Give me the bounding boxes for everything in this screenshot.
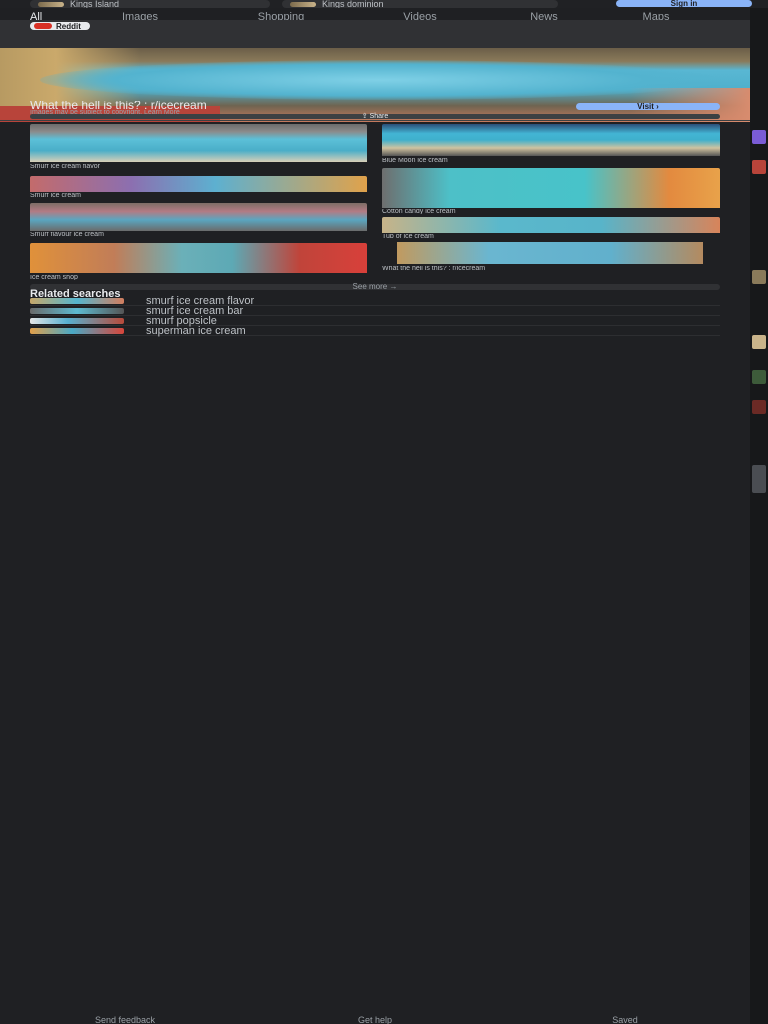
related-image — [382, 124, 720, 156]
related-image-caption: Ice cream shop — [30, 275, 78, 280]
see-more-button[interactable]: See more → — [30, 282, 720, 291]
see-more-label: See more — [352, 282, 388, 291]
suggestion-chip[interactable]: Kings Island — [30, 0, 270, 8]
related-image-caption: Cotton candy ice cream — [382, 209, 456, 214]
side-thumbnail[interactable] — [752, 465, 766, 493]
send-feedback-link[interactable]: Send feedback — [0, 1016, 250, 1024]
related-image — [382, 217, 720, 233]
related-image — [30, 203, 367, 231]
preview-source-chip[interactable]: Reddit — [30, 21, 90, 31]
related-image-card[interactable]: Smurf flavour ice cream — [30, 203, 367, 237]
related-search-label: superman ice cream — [146, 325, 246, 337]
related-image — [30, 124, 367, 162]
share-label: Share — [369, 113, 389, 120]
reddit-icon — [34, 23, 52, 29]
related-image — [397, 242, 703, 264]
share-button[interactable]: ⇪ Share — [30, 113, 720, 120]
related-image-caption: Smurf flavour ice cream — [30, 232, 104, 237]
side-thumbnail[interactable] — [752, 335, 766, 349]
arrow-right-icon: → — [389, 282, 398, 291]
related-image-caption: Tub of ice cream — [382, 234, 434, 239]
related-image-card[interactable]: Ice cream shop — [30, 243, 367, 281]
related-search-item[interactable]: smurf ice cream flavor — [30, 295, 720, 307]
related-image-card[interactable]: Blue Moon ice cream — [382, 124, 720, 164]
related-image — [30, 243, 367, 273]
related-image-caption: Smurf ice cream — [30, 193, 81, 198]
related-image-card[interactable]: Smurf ice cream flavor — [30, 124, 367, 172]
chevron-right-icon: › — [656, 102, 659, 111]
preview-image-region — [40, 60, 720, 100]
related-image-card[interactable]: Cotton candy ice cream — [382, 168, 720, 214]
visit-label: Visit — [637, 102, 654, 111]
related-image-caption: Smurf ice cream flavor — [30, 164, 101, 169]
footer: Send feedback Get help Saved — [0, 1016, 750, 1024]
divider — [0, 120, 750, 121]
related-image-card[interactable]: Smurf ice cream — [30, 176, 367, 198]
side-thumbnail[interactable] — [752, 160, 766, 174]
related-image-card[interactable]: Tub of ice cream — [382, 217, 720, 239]
suggestion-chip[interactable]: Kings dominion — [282, 0, 558, 8]
related-image — [382, 168, 720, 208]
get-help-link[interactable]: Get help — [250, 1016, 500, 1024]
related-image — [30, 176, 367, 192]
related-search-item[interactable]: smurf popsicle — [30, 315, 720, 327]
side-thumbnail[interactable] — [752, 130, 766, 144]
related-search-thumbnail — [30, 308, 124, 314]
side-thumbnail-strip — [750, 0, 768, 1024]
side-thumbnail[interactable] — [752, 370, 766, 384]
chip-thumbnail — [290, 1, 316, 7]
chip-thumbnail — [38, 1, 64, 7]
related-image-card[interactable]: What the hell is this? : r/icecream — [382, 242, 720, 272]
related-search-item[interactable]: smurf ice cream bar — [30, 305, 720, 317]
related-search-thumbnail — [30, 298, 124, 304]
related-image-caption: What the hell is this? : r/icecream — [382, 266, 486, 271]
sign-in-button[interactable]: Sign in — [616, 0, 752, 8]
related-search-item[interactable]: superman ice cream — [30, 325, 720, 337]
share-icon: ⇪ — [361, 113, 370, 120]
related-search-thumbnail — [30, 328, 124, 334]
preview-source: Reddit — [56, 21, 81, 31]
related-search-thumbnail — [30, 318, 124, 324]
visit-button[interactable]: Visit › — [576, 102, 720, 111]
preview-title[interactable]: What the hell is this? : r/icecream — [30, 101, 590, 110]
chip-label: Kings dominion — [322, 0, 384, 8]
side-thumbnail[interactable] — [752, 270, 766, 284]
side-thumbnail[interactable] — [752, 400, 766, 414]
related-image-caption: Blue Moon ice cream — [382, 158, 448, 163]
saved-link[interactable]: Saved — [500, 1016, 750, 1024]
chip-label: Kings Island — [70, 0, 120, 8]
